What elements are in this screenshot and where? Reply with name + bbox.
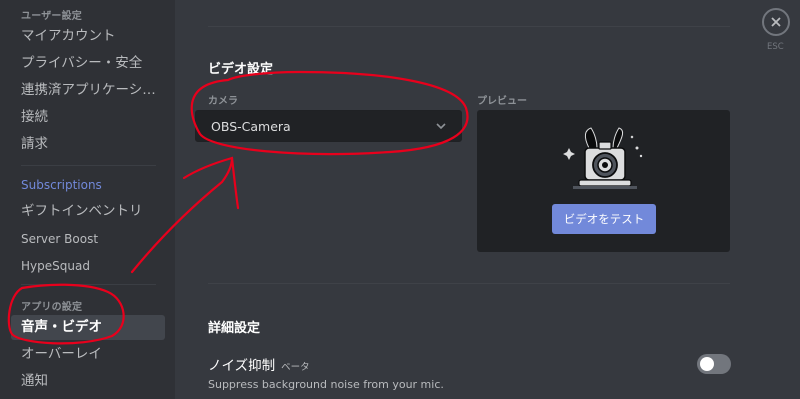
sidebar-item-gift-inventory[interactable]: ギフトインベントリ	[21, 201, 166, 221]
divider	[208, 283, 730, 284]
camera-label: カメラ	[208, 96, 238, 107]
sidebar-item-connections[interactable]: 接続	[21, 107, 166, 127]
sidebar-divider	[21, 165, 156, 166]
sidebar-item-voice-video[interactable]: 音声・ビデオ	[11, 315, 165, 340]
camera-illustration-icon	[563, 127, 643, 189]
settings-content: ビデオ設定 カメラ OBS-Camera プレビュー ビデオをテスト 詳細設定 …	[175, 0, 755, 399]
sidebar-item-billing[interactable]: 請求	[21, 134, 166, 154]
sidebar-item-notifications[interactable]: 通知	[21, 371, 166, 391]
close-icon	[771, 17, 781, 27]
sidebar-item-subscriptions[interactable]: Subscriptions	[21, 175, 166, 195]
chevron-down-icon	[436, 123, 446, 130]
video-settings-title: ビデオ設定	[208, 62, 274, 77]
beta-badge: ベータ	[281, 362, 310, 373]
advanced-settings-title: 詳細設定	[208, 321, 261, 336]
sidebar-item-authorized-apps[interactable]: 連携済アプリケーショ...	[21, 80, 166, 100]
toggle-knob	[700, 357, 714, 371]
video-preview: ビデオをテスト	[477, 110, 730, 252]
camera-select[interactable]: OBS-Camera	[195, 110, 462, 142]
sidebar-item-hypesquad[interactable]: HypeSquad	[21, 256, 166, 276]
camera-select-value: OBS-Camera	[211, 119, 291, 134]
noise-suppression-description: Suppress background noise from your mic.	[208, 378, 444, 391]
divider	[208, 26, 730, 27]
sidebar-item-my-account[interactable]: マイアカウント	[21, 26, 166, 46]
noise-suppression-toggle[interactable]	[697, 354, 731, 374]
sidebar-item-overlay[interactable]: オーバーレイ	[21, 344, 166, 364]
sidebar-item-server-boost[interactable]: Server Boost	[21, 229, 166, 249]
test-video-button[interactable]: ビデオをテスト	[552, 204, 656, 234]
noise-suppression-text: ノイズ抑制	[208, 358, 276, 374]
settings-sidebar: ユーザー設定 マイアカウント プライバシー・安全 連携済アプリケーショ... 接…	[0, 0, 175, 399]
sidebar-item-privacy-safety[interactable]: プライバシー・安全	[21, 53, 166, 73]
close-button[interactable]	[762, 8, 790, 36]
app-settings-header: アプリの設定	[21, 302, 83, 313]
esc-label: ESC	[767, 42, 784, 52]
noise-suppression-label: ノイズ抑制 ベータ	[208, 354, 310, 374]
preview-label: プレビュー	[477, 96, 527, 107]
user-settings-header: ユーザー設定	[21, 11, 82, 22]
sidebar-divider	[21, 284, 156, 285]
